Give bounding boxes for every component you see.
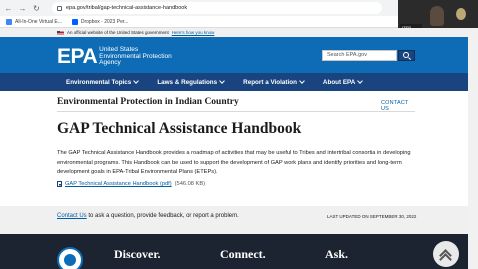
scroll-to-top-button[interactable] xyxy=(433,241,459,267)
bookmark-all-in-one[interactable]: All-In-One Virtual E... xyxy=(6,18,62,25)
nav-laws-regulations[interactable]: Laws & Regulations xyxy=(157,78,225,86)
chevron-down-icon xyxy=(299,78,305,84)
bookmark-dropbox[interactable]: Dropbox - 2023 Per... xyxy=(71,18,128,25)
nav-about-epa[interactable]: About EPA xyxy=(323,78,364,86)
section-title[interactable]: Environmental Protection in Indian Count… xyxy=(57,97,239,107)
chevron-down-icon xyxy=(219,78,225,84)
epa-logo-mark: EPA xyxy=(57,45,98,68)
contact-strip: Contact Us to ask a question, provide fe… xyxy=(0,206,468,234)
contact-us-footer-link[interactable]: Contact Us xyxy=(57,213,87,219)
site-footer: Discover. Connect. Ask. xyxy=(0,234,468,269)
gov-banner: An official website of the United States… xyxy=(0,28,468,37)
pdf-download: GAP Technical Assistance Handbook (pdf) … xyxy=(57,181,205,187)
divider xyxy=(57,111,415,112)
search-button[interactable] xyxy=(398,50,415,61)
page-scrollbar[interactable] xyxy=(468,28,478,269)
nav-report-violation[interactable]: Report a Violation xyxy=(243,78,305,86)
site-header: EPA United States Environmental Protecti… xyxy=(0,37,468,73)
intro-paragraph: The GAP Technical Assistance Handbook pr… xyxy=(57,150,411,175)
pdf-size: (546.08 KB) xyxy=(174,181,206,187)
contact-strip-text: to ask a question, provide feedback, or … xyxy=(88,213,239,219)
pdf-link[interactable]: GAP Technical Assistance Handbook (pdf) xyxy=(65,181,172,187)
search-icon xyxy=(403,52,409,58)
footer-heading-discover: Discover. xyxy=(114,247,161,261)
screen: ← → ↻ epa.gov/tribal/gap-technical-assis… xyxy=(0,0,478,269)
dropbox-icon xyxy=(71,18,78,25)
epa-seal-icon[interactable] xyxy=(57,247,83,269)
back-icon[interactable]: ← xyxy=(4,4,13,13)
lock-icon xyxy=(57,5,62,11)
participant-video xyxy=(430,6,444,26)
url-field[interactable]: epa.gov/tribal/gap-technical-assistance-… xyxy=(52,2,382,14)
nav-environmental-topics[interactable]: Environmental Topics xyxy=(66,78,140,86)
bookmark-favicon-icon xyxy=(6,18,12,25)
web-page: An official website of the United States… xyxy=(0,28,468,269)
epa-logo-text: United States Environmental Protection A… xyxy=(99,46,172,67)
main-nav: Environmental Topics Laws & Regulations … xyxy=(0,73,468,91)
forward-icon[interactable]: → xyxy=(18,4,27,13)
search-input[interactable]: Search EPA.gov xyxy=(322,50,397,61)
last-updated: LAST UPDATED ON SEPTEMBER 30, 2022 xyxy=(327,214,417,219)
url-text: epa.gov/tribal/gap-technical-assistance-… xyxy=(66,5,188,11)
footer-heading-ask: Ask. xyxy=(325,247,349,261)
chevron-down-icon xyxy=(357,78,364,84)
page-title: GAP Technical Assistance Handbook xyxy=(57,120,302,137)
us-flag-icon xyxy=(57,30,64,35)
lamp-light xyxy=(456,8,466,20)
reload-icon[interactable]: ↻ xyxy=(32,4,41,13)
heres-how-you-know-link[interactable]: Here's how you know xyxy=(172,30,215,35)
document-icon xyxy=(57,181,62,187)
chevron-down-icon xyxy=(133,78,140,84)
epa-logo[interactable]: EPA United States Environmental Protecti… xyxy=(57,45,177,69)
footer-heading-connect: Connect. xyxy=(220,247,266,261)
